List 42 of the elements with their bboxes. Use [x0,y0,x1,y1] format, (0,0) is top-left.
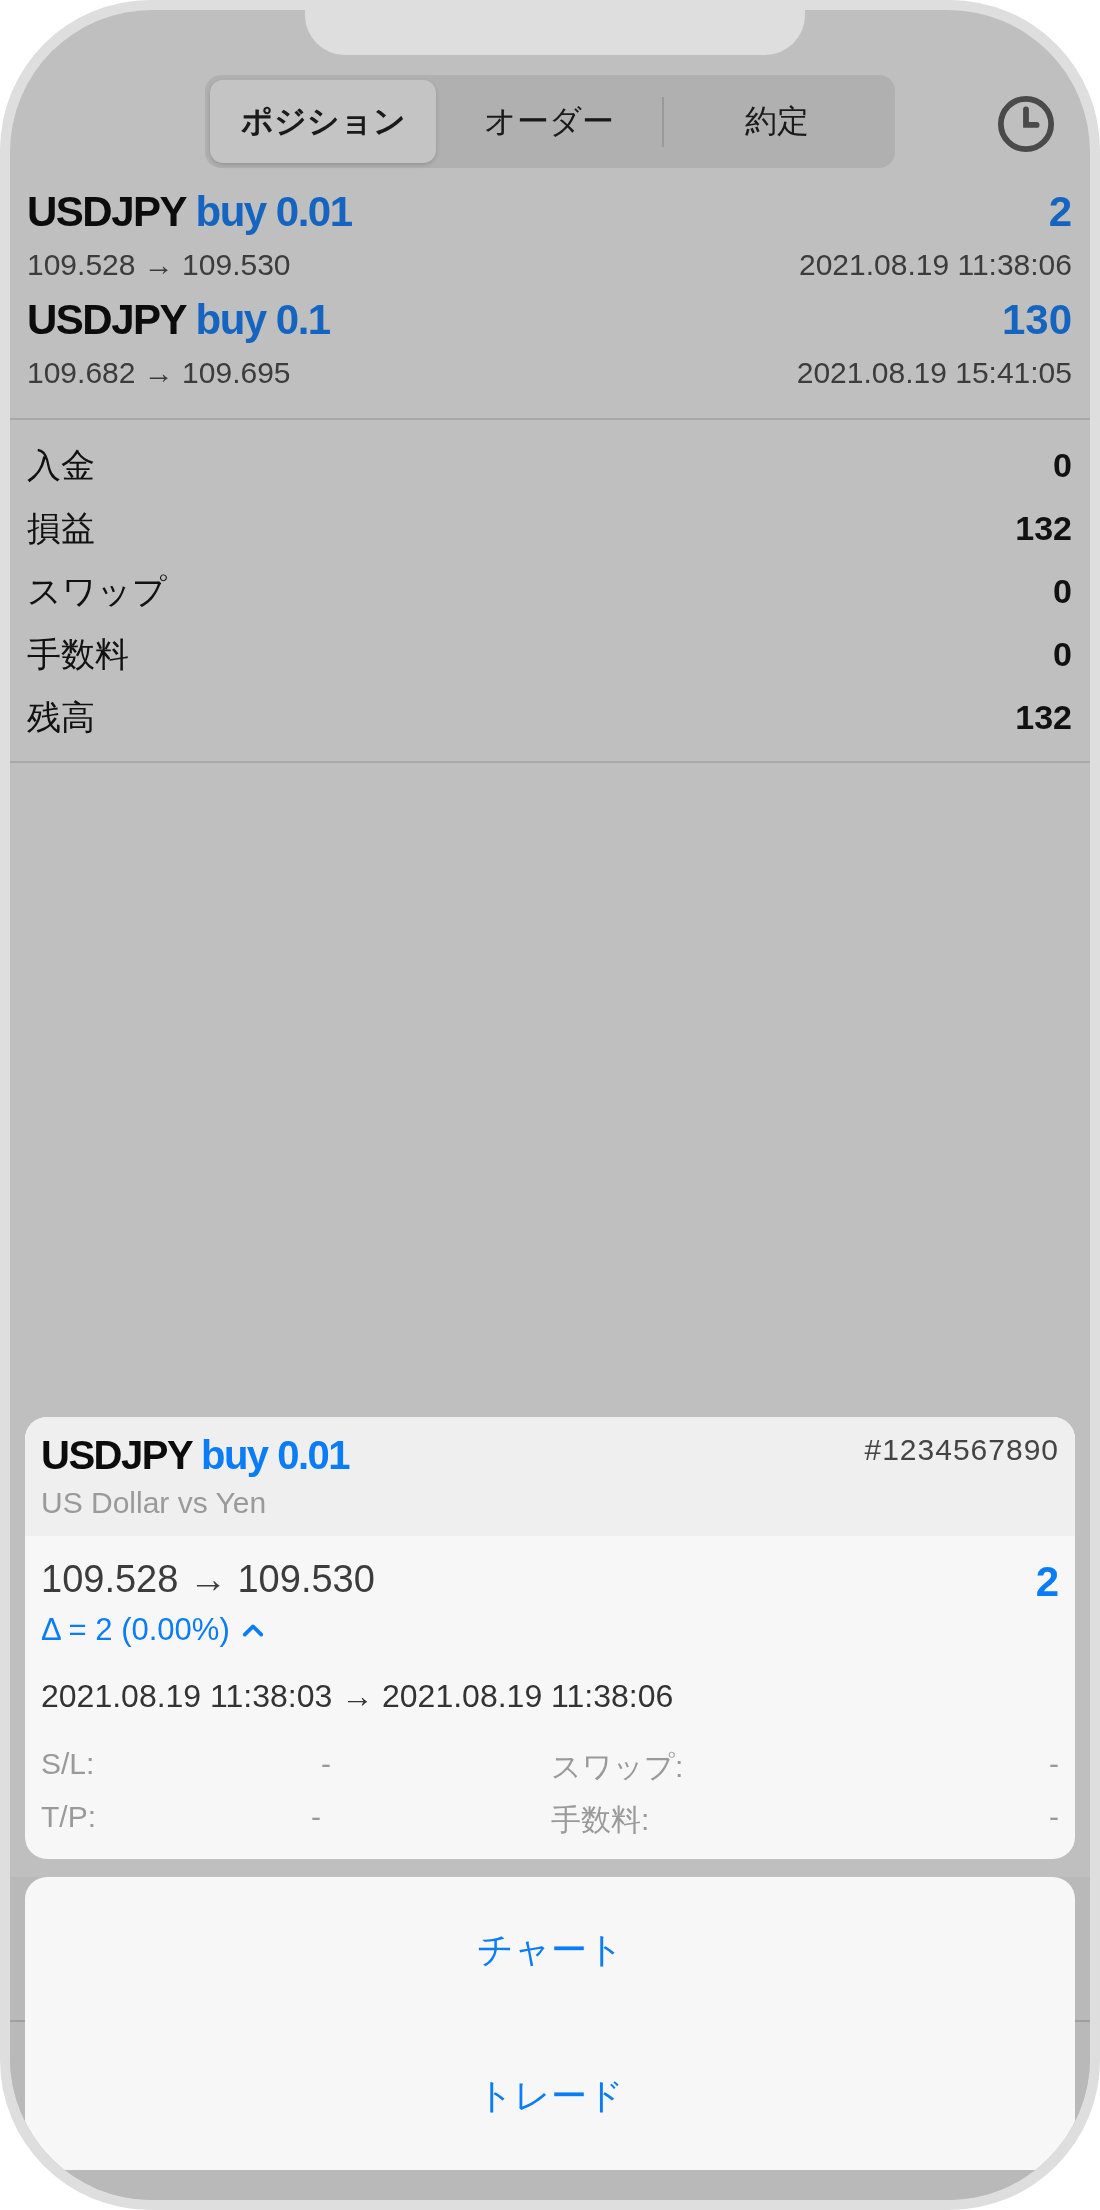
field-value: - [311,1800,322,1835]
detail-times: 2021.08.19 11:38:03 → 2021.08.19 11:38:06 [41,1678,675,1715]
position-row[interactable]: USDJPY buy 0.01 2 109.528 → 109.530 2021.08.19 11:38:06 [27,188,1072,282]
detail-prices: 109.528 → 109.530 [41,1558,375,1601]
ticket-number: #1234567890 [864,1433,1059,1467]
position-prices: 109.682 → 109.695 [27,356,291,390]
chevron-icon[interactable] [241,1622,264,1638]
field-value: - [1049,1747,1059,1782]
position-prices: 109.528 → 109.530 [27,248,291,282]
position-profit: 2 [1048,188,1072,236]
tab[interactable]: ポジション [210,80,436,163]
summary-value: 0 [1053,446,1072,485]
price-delta: Δ = 2 (0.00%) [41,1612,230,1648]
position-time: 2021.08.19 15:41:05 [796,356,1072,390]
action-button[interactable]: トレード [25,2023,1075,2170]
summary-value: 0 [1053,572,1072,611]
symbol-description: US Dollar vs Yen [41,1486,268,1520]
tab[interactable]: オーダー [436,80,662,163]
summary-value: 132 [1015,698,1072,737]
summary-label: 手数料 [27,633,129,675]
position-row[interactable]: USDJPY buy 0.1 130 109.682 → 109.695 2021.08.19 15:41:05 [27,296,1072,390]
detail-title: USDJPY buy 0.01 [41,1433,350,1478]
field-value: - [1049,1800,1059,1835]
field-label: S/L: [41,1747,96,1782]
position-time: 2021.08.19 11:38:06 [798,248,1072,282]
action-button[interactable]: チャート [25,1877,1075,2024]
field-label: 手数料: [550,1802,651,1838]
position-profit: 130 [1001,296,1072,344]
history-clock-icon[interactable] [997,95,1055,153]
summary-label: 損益 [27,507,95,549]
detail-profit: 2 [1035,1558,1059,1606]
summary-label: スワップ [27,570,167,612]
summary-label: 残高 [27,696,95,738]
summary-label: 入金 [27,444,95,486]
tab[interactable]: 約定 [664,80,890,163]
field-label: T/P: [41,1800,97,1835]
position-title: USDJPY buy 0.1 [27,296,330,344]
field-value: - [320,1747,332,1782]
position-title: USDJPY buy 0.01 [27,188,352,236]
summary-value: 0 [1053,635,1072,674]
summary-value: 132 [1015,509,1072,548]
field-label: スワップ: [550,1749,685,1785]
